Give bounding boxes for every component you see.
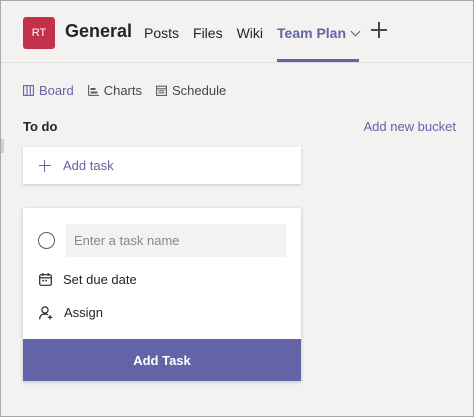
chevron-down-icon[interactable] [350,26,361,37]
schedule-icon [156,85,167,96]
tab-label: Posts [144,25,180,41]
add-task-button[interactable]: Add task [23,147,301,184]
calendar-icon [39,273,52,286]
tab-wiki[interactable]: Wiki [237,1,263,62]
assign-label: Assign [64,305,104,320]
view-board[interactable]: Board [23,83,74,98]
team-avatar: RT [23,17,55,49]
view-label: Schedule [172,83,227,98]
add-task-label: Add task [63,158,114,173]
tab-label: Files [193,25,223,41]
assign-button[interactable]: Assign [39,305,103,320]
tab-team-plan[interactable]: Team Plan [277,1,361,62]
complete-circle-icon[interactable] [38,232,55,249]
bucket-title: To do [23,119,58,134]
tab-label: Team Plan [277,25,347,41]
view-label: Board [39,83,74,98]
tab-files[interactable]: Files [193,1,223,62]
new-task-card: Set due date Assign Add Task [23,208,301,381]
board-icon [23,85,34,96]
view-schedule[interactable]: Schedule [156,83,226,98]
set-due-date-button[interactable]: Set due date [39,272,137,287]
view-label: Charts [103,83,142,98]
task-name-input[interactable] [66,224,286,257]
assign-person-icon [39,305,53,320]
plus-icon [39,159,51,172]
view-charts[interactable]: Charts [87,83,142,98]
channel-title: General [65,21,133,41]
add-task-submit-button[interactable]: Add Task [23,339,301,381]
app-frame: RT General Posts Files Wiki Team Plan Bo… [0,0,474,417]
tab-posts[interactable]: Posts [144,1,179,62]
due-date-label: Set due date [63,272,137,287]
channel-header: RT General Posts Files Wiki Team Plan [1,1,473,63]
scroll-edge [1,139,4,153]
add-tab-plus-icon[interactable] [371,22,387,38]
tab-label: Wiki [236,25,264,41]
add-new-bucket-link[interactable]: Add new bucket [363,119,456,134]
charts-icon [87,85,99,96]
channel-tabs: Posts Files Wiki Team Plan [144,1,373,62]
planner-view-nav: Board Charts Schedule [23,83,240,98]
